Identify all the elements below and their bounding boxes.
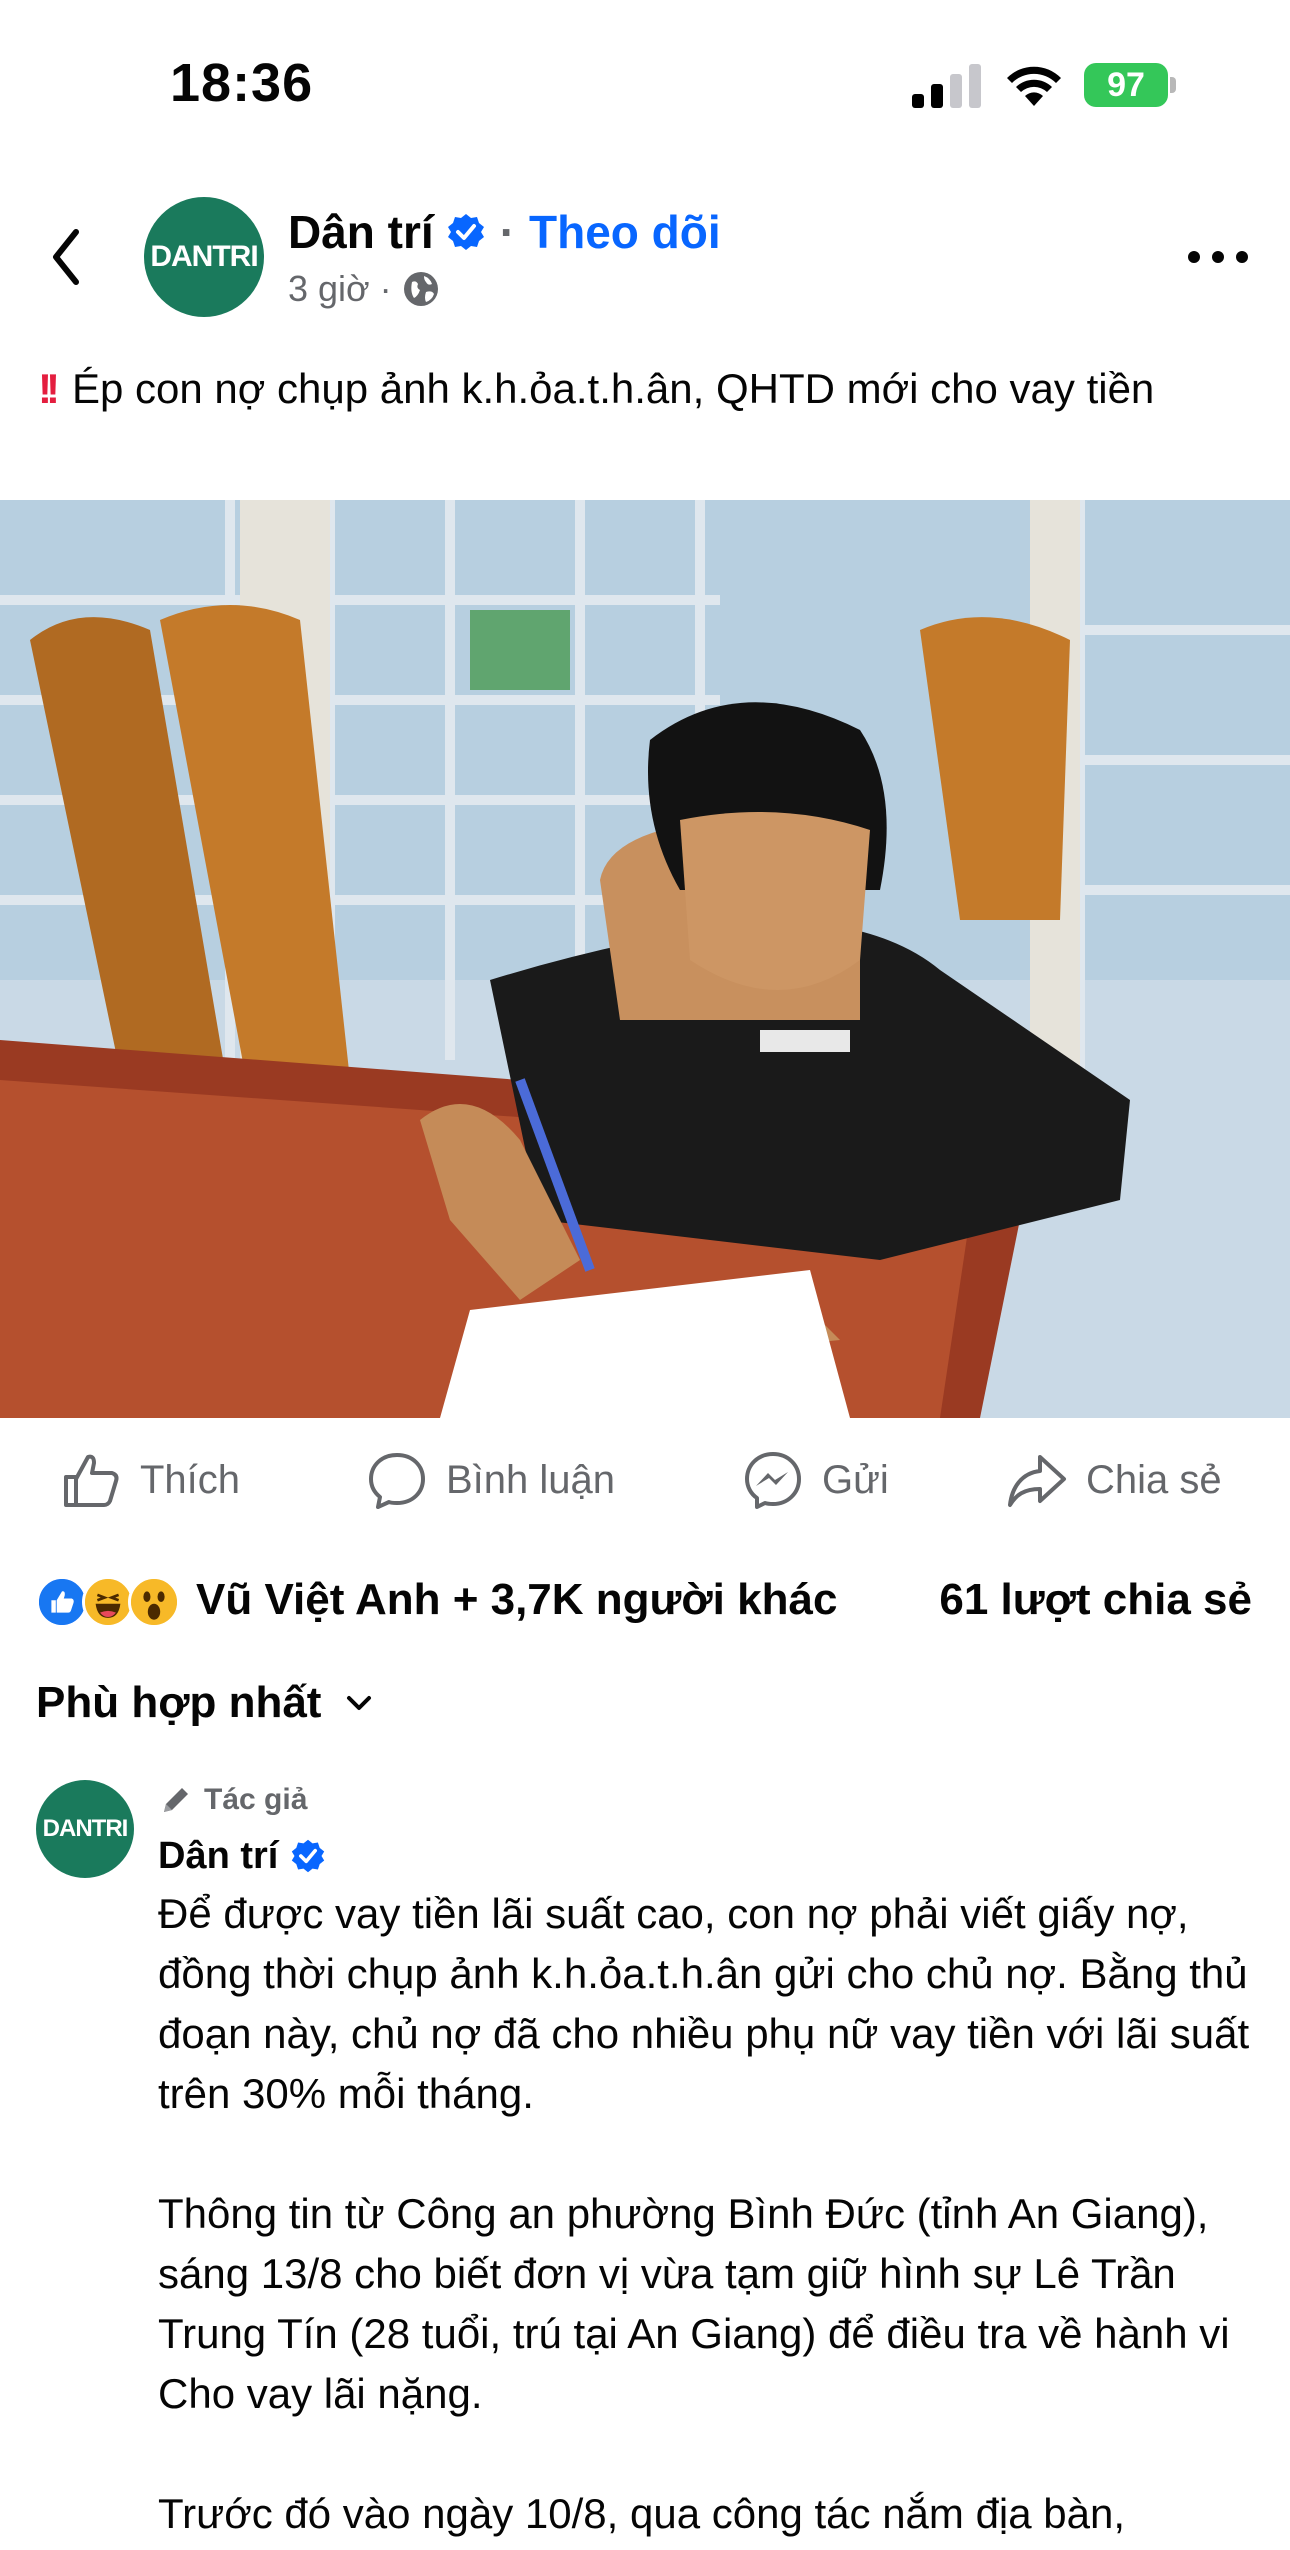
verified-badge-icon (292, 1839, 325, 1873)
like-icon (36, 1576, 88, 1628)
haha-icon (82, 1576, 134, 1628)
share-label: Chia sẻ (1086, 1457, 1222, 1502)
thumbs-up-icon (64, 1454, 119, 1507)
reactions-summary[interactable]: Vũ Việt Anh + 3,7K người khác (36, 1568, 837, 1632)
wow-icon (128, 1576, 180, 1628)
avatar-logo-text: DANTRI (150, 240, 258, 273)
comment-label: Bình luận (446, 1457, 616, 1502)
messenger-icon (745, 1452, 801, 1509)
page-avatar[interactable]: DANTRI (144, 197, 264, 317)
battery-level: 97 (1084, 63, 1168, 107)
send-label: Gửi (822, 1457, 889, 1502)
comment-body: Để được vay tiền lãi suất cao, con nợ ph… (158, 1884, 1268, 2550)
author-badge-label: Tác giả (204, 1783, 308, 1816)
verified-badge-icon (447, 214, 484, 250)
comment-sort-dropdown[interactable]: Phù hợp nhất (36, 1672, 377, 1734)
comment-paragraph: Trước đó vào ngày 10/8, qua công tác nắm… (158, 2490, 1126, 2537)
globe-icon (403, 272, 438, 306)
battery-cap (1170, 77, 1176, 93)
cellular-signal-icon (912, 64, 981, 108)
wifi-icon (1007, 66, 1061, 106)
share-count[interactable]: 61 lượt chia sẻ (939, 1568, 1252, 1632)
comment-avatar[interactable]: DANTRI (36, 1780, 134, 1878)
page-name-row: Dân trí · Theo dõi (288, 200, 721, 264)
caption-text: Ép con nợ chụp ảnh k.h.ỏa.t.h.ân, QHTD m… (71, 365, 1155, 412)
meta-separator: · (379, 268, 392, 309)
post-time[interactable]: 3 giờ (288, 268, 370, 310)
page-name[interactable]: Dân trí (288, 205, 434, 259)
post-meta: 3 giờ · (288, 264, 440, 314)
status-time: 18:36 (170, 53, 314, 113)
comment-avatar-text: DANTRI (42, 1815, 129, 1842)
double-exclamation-icon: !! (38, 365, 60, 412)
chevron-down-icon (347, 1696, 372, 1710)
comment-button[interactable]: Bình luận (366, 1442, 615, 1518)
post-caption: !! Ép con nợ chụp ảnh k.h.ỏa.t.h.ân, QHTD… (38, 362, 1258, 416)
share-arrow-icon (1008, 1455, 1066, 1507)
sort-label: Phù hợp nhất (36, 1678, 322, 1727)
send-button[interactable]: Gửi (742, 1442, 889, 1518)
comment-author[interactable]: Dân trí (158, 1830, 326, 1882)
more-options-icon[interactable] (1186, 240, 1250, 274)
follow-button[interactable]: Theo dõi (529, 205, 721, 259)
reaction-summary-text: Vũ Việt Anh + 3,7K người khác (196, 1575, 838, 1624)
like-label: Thích (140, 1457, 241, 1502)
author-badge: Tác giả (158, 1778, 307, 1822)
battery-icon: 97 (1084, 63, 1176, 107)
status-bar: 18:36 97 (0, 0, 1290, 170)
share-button[interactable]: Chia sẻ (1006, 1442, 1222, 1518)
comment-author-name: Dân trí (158, 1834, 279, 1877)
comment-paragraph: Thông tin từ Công an phường Bình Đức (tỉ… (158, 2190, 1230, 2417)
post-photo[interactable] (0, 500, 1290, 1418)
reaction-icons (36, 1572, 186, 1628)
comment-bubble-icon (369, 1453, 425, 1509)
like-button[interactable]: Thích (60, 1442, 240, 1518)
back-arrow-icon[interactable] (44, 222, 88, 292)
pen-icon (164, 1788, 188, 1812)
dot-separator: · (499, 206, 516, 258)
post-action-bar: Thích Bình luận Gửi Chia sẻ (0, 1418, 1290, 1540)
comment-paragraph: Để được vay tiền lãi suất cao, con nợ ph… (158, 1890, 1250, 2117)
